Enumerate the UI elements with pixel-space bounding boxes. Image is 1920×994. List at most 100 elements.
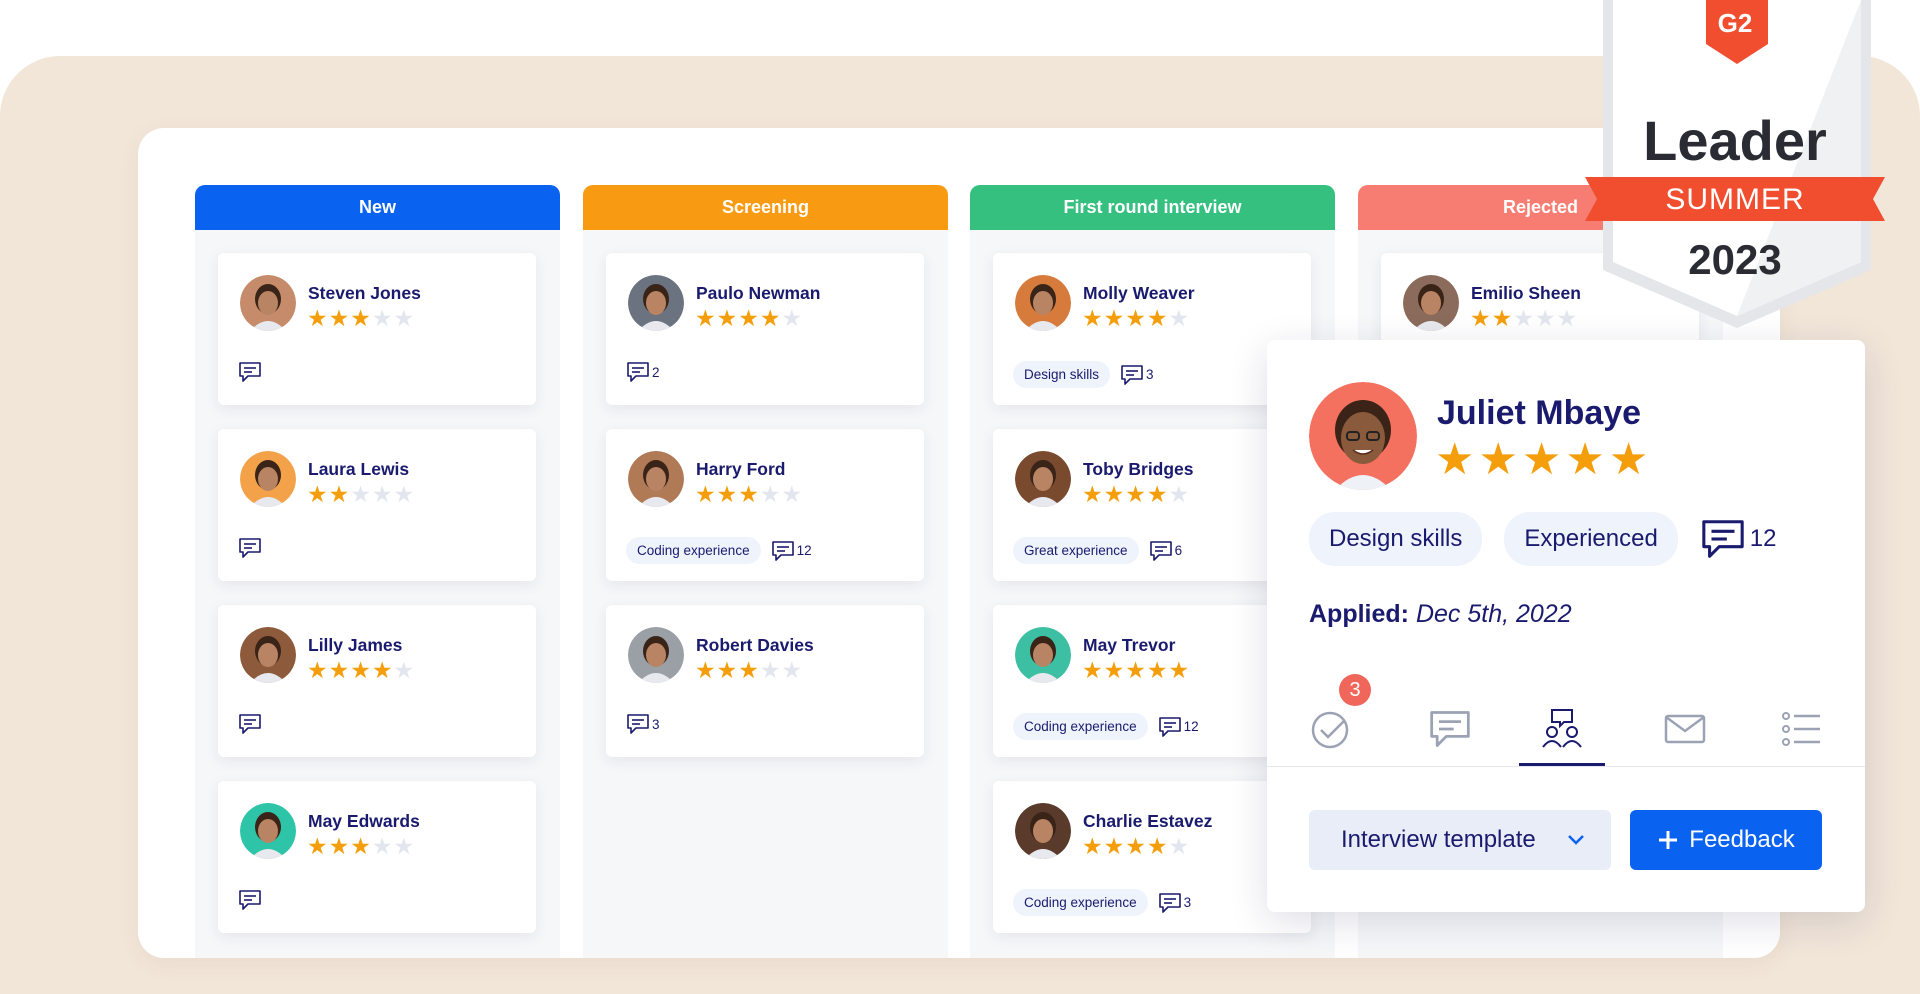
- tag-design-skills[interactable]: Design skills: [1309, 512, 1483, 566]
- star-icon: ★: [328, 305, 350, 331]
- candidate-card[interactable]: May Edwards ★ ★ ★ ★ ★: [218, 781, 536, 933]
- star-icon: ★: [1513, 305, 1534, 331]
- applied-label: Applied:: [1309, 600, 1409, 628]
- comments-count[interactable]: [238, 361, 262, 383]
- star-icon: ★: [781, 305, 803, 331]
- add-feedback-button[interactable]: Feedback: [1630, 810, 1822, 870]
- star-icon: ★: [1491, 305, 1513, 331]
- g2-leader-badge: G2 Leader SUMMER 2023: [1585, 0, 1885, 330]
- comment-icon: [1149, 540, 1173, 562]
- candidate-card[interactable]: Toby Bridges ★ ★ ★ ★ ★ Great experience 6: [993, 429, 1311, 581]
- star-icon[interactable]: ★: [1609, 438, 1648, 482]
- rating-stars: ★ ★ ★ ★ ★: [695, 657, 802, 683]
- card-meta: 2: [626, 361, 660, 383]
- star-icon: ★: [1168, 481, 1190, 507]
- comments-count[interactable]: 3: [1158, 892, 1192, 914]
- skill-tag[interactable]: Coding experience: [626, 537, 761, 564]
- applied-date-value: Dec 5th, 2022: [1415, 600, 1572, 628]
- column-header-new[interactable]: New: [195, 185, 560, 230]
- star-icon: ★: [1082, 305, 1103, 331]
- star-icon: ★: [393, 833, 415, 859]
- candidate-card[interactable]: Laura Lewis ★ ★ ★ ★ ★: [218, 429, 536, 581]
- rating-stars: ★ ★ ★ ★ ★: [1470, 305, 1577, 331]
- card-meta: Design skills 3: [1013, 361, 1154, 388]
- candidate-name: Harry Ford: [696, 459, 786, 479]
- comment-icon: [1430, 711, 1470, 747]
- interview-template-label: Interview template: [1341, 826, 1536, 853]
- comments-count[interactable]: 12: [1158, 716, 1199, 738]
- comments-count-value: 3: [1183, 895, 1192, 910]
- star-icon[interactable]: ★: [1478, 438, 1517, 482]
- star-icon: ★: [371, 657, 393, 683]
- tag-list: Design skills Experienced 12: [1309, 512, 1777, 566]
- rating-stars: ★ ★ ★ ★ ★: [307, 833, 414, 859]
- comment-icon: [626, 361, 650, 383]
- rating-stars: ★ ★ ★ ★ ★: [1082, 657, 1189, 683]
- tab-email[interactable]: [1642, 692, 1728, 766]
- avatar: [1015, 451, 1071, 507]
- star-icon[interactable]: ★: [1435, 438, 1474, 482]
- mail-icon: [1664, 714, 1706, 744]
- candidate-card[interactable]: Molly Weaver ★ ★ ★ ★ ★ Design skills 3: [993, 253, 1311, 405]
- tab-list[interactable]: [1759, 692, 1845, 766]
- comments-count[interactable]: [238, 889, 262, 911]
- star-icon[interactable]: ★: [1565, 438, 1604, 482]
- comments-count[interactable]: 2: [626, 361, 660, 383]
- skill-tag[interactable]: Great experience: [1013, 537, 1139, 564]
- star-icon: ★: [1470, 305, 1491, 331]
- feedback-label: Feedback: [1689, 826, 1795, 853]
- tab-comments[interactable]: [1407, 692, 1493, 766]
- comments-count[interactable]: [238, 713, 262, 735]
- star-icon: ★: [1082, 481, 1103, 507]
- comments-count-value: 6: [1174, 543, 1183, 558]
- avatar: [628, 627, 684, 683]
- candidate-card[interactable]: Paulo Newman ★ ★ ★ ★ ★ 2: [606, 253, 924, 405]
- star-icon: ★: [307, 657, 328, 683]
- comment-icon: [1700, 517, 1746, 561]
- star-icon: ★: [1103, 657, 1125, 683]
- star-icon: ★: [695, 481, 716, 507]
- star-icon: ★: [1534, 305, 1556, 331]
- chevron-down-icon: [1568, 835, 1584, 845]
- star-icon: ★: [759, 481, 781, 507]
- tab-interview[interactable]: [1519, 692, 1605, 766]
- star-icon: ★: [350, 833, 371, 859]
- comment-icon: [238, 889, 262, 911]
- comments-count[interactable]: 6: [1149, 540, 1183, 562]
- column-header-first-round-interview[interactable]: First round interview: [970, 185, 1335, 230]
- card-meta: [238, 713, 262, 735]
- plus-icon: [1659, 831, 1678, 849]
- avatar: [240, 803, 296, 859]
- rating-stars: ★ ★ ★ ★ ★: [1082, 305, 1189, 331]
- card-meta: Coding experience 3: [1013, 889, 1191, 916]
- candidate-card[interactable]: May Trevor ★ ★ ★ ★ ★ Coding experience 12: [993, 605, 1311, 757]
- comments-count[interactable]: 3: [626, 713, 660, 735]
- tag-experienced[interactable]: Experienced: [1504, 512, 1678, 566]
- star-icon: ★: [1082, 833, 1103, 859]
- star-icon[interactable]: ★: [1522, 438, 1561, 482]
- star-icon: ★: [1103, 481, 1125, 507]
- skill-tag[interactable]: Coding experience: [1013, 889, 1148, 916]
- candidate-card[interactable]: Robert Davies ★ ★ ★ ★ ★ 3: [606, 605, 924, 757]
- star-icon: ★: [1556, 305, 1578, 331]
- comments-count[interactable]: [238, 537, 262, 559]
- comments-count[interactable]: 12: [771, 540, 812, 562]
- comments-count[interactable]: 3: [1120, 364, 1154, 386]
- comments-count-value: 12: [796, 543, 812, 558]
- rating-stars[interactable]: ★ ★ ★ ★ ★: [1435, 438, 1648, 482]
- candidate-card[interactable]: Lilly James ★ ★ ★ ★ ★: [218, 605, 536, 757]
- interview-template-dropdown[interactable]: Interview template: [1309, 810, 1611, 870]
- skill-tag[interactable]: Design skills: [1013, 361, 1111, 388]
- candidate-card[interactable]: Steven Jones ★ ★ ★ ★ ★: [218, 253, 536, 405]
- comments-count[interactable]: 12: [1700, 517, 1777, 561]
- star-icon: ★: [695, 657, 716, 683]
- candidate-card[interactable]: Charlie Estavez ★ ★ ★ ★ ★ Coding experience 3: [993, 781, 1311, 933]
- column-header-screening[interactable]: Screening: [583, 185, 948, 230]
- star-icon: ★: [307, 833, 328, 859]
- star-icon: ★: [1125, 481, 1146, 507]
- candidate-name: Juliet Mbaye: [1437, 394, 1642, 432]
- candidate-card[interactable]: Harry Ford ★ ★ ★ ★ ★ Coding experience 12: [606, 429, 924, 581]
- skill-tag[interactable]: Coding experience: [1013, 713, 1148, 740]
- candidate-detail-panel: Juliet Mbaye ★ ★ ★ ★ ★ Design skills Experie…: [1267, 340, 1865, 912]
- g2-title: Leader: [1643, 109, 1827, 172]
